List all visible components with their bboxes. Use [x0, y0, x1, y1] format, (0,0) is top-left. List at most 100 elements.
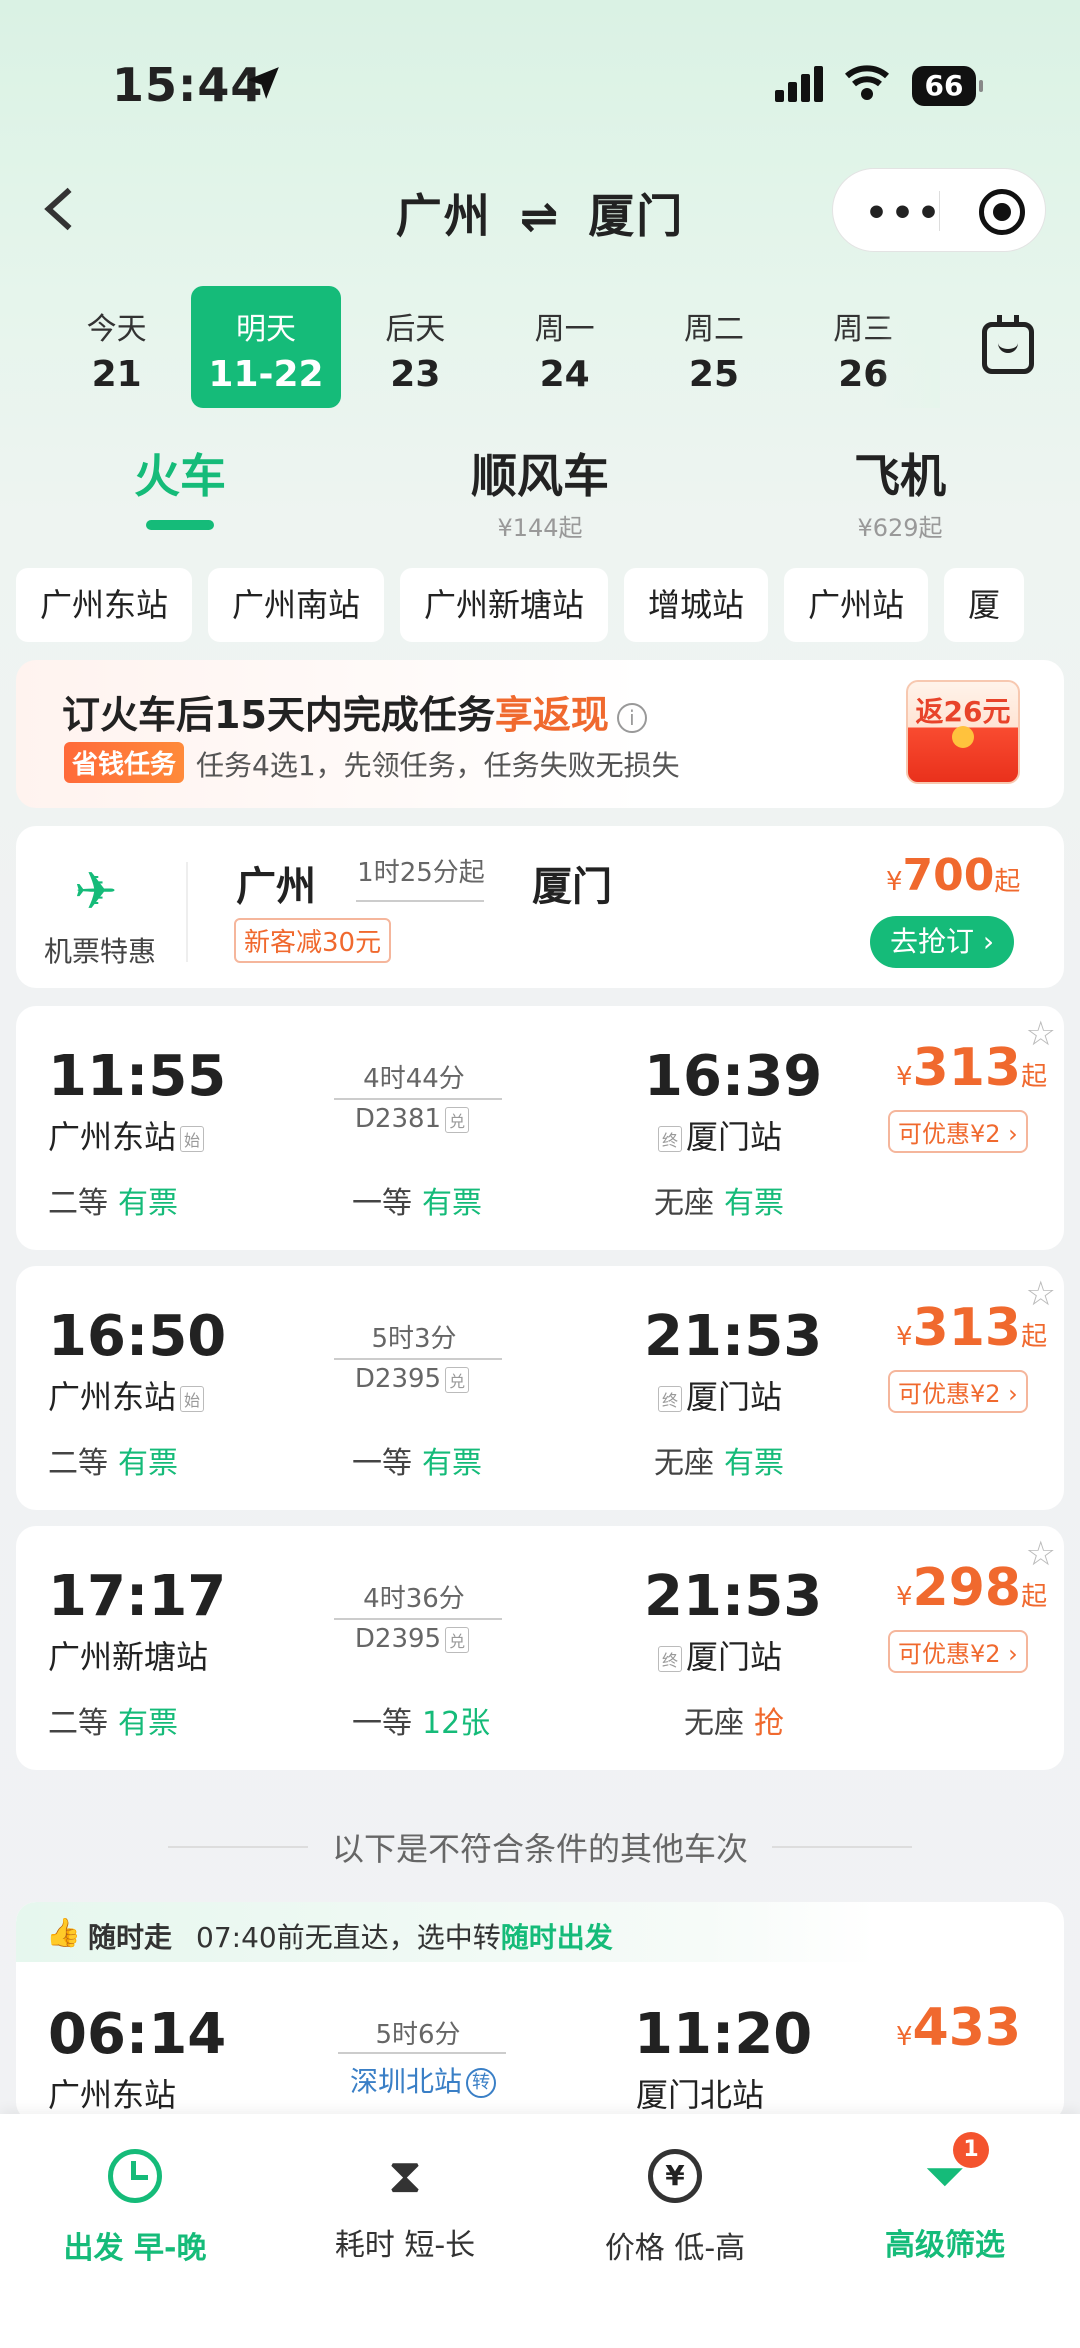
- transfer-label: 随时走: [88, 1921, 173, 1954]
- status-bar: 15:44 66: [0, 0, 1080, 170]
- wifi-icon: [845, 65, 889, 100]
- arrival-station: 终厦门站: [654, 1372, 782, 1418]
- ticket-mark: 兑: [445, 1106, 470, 1133]
- clock-icon: [108, 2149, 162, 2203]
- hourglass-icon: ⧗: [388, 2148, 422, 2204]
- capsule-divider: [939, 191, 940, 231]
- flight-price: ¥700起: [886, 850, 1021, 901]
- filter-funnel-icon: ⏷ 1: [915, 2132, 989, 2206]
- mini-program-capsule: •••: [832, 168, 1046, 252]
- book-flight-button[interactable]: 去抢订 ›: [870, 916, 1014, 968]
- station-chip[interactable]: 厦: [944, 568, 1025, 642]
- station-chip[interactable]: 广州东站: [16, 568, 193, 642]
- tab-carpool[interactable]: 顺风车 ¥144起: [440, 440, 640, 543]
- status-time: 15:44: [112, 58, 264, 112]
- arrival-station: 终厦门站: [654, 1112, 782, 1158]
- tab-flight[interactable]: 飞机 ¥629起: [800, 440, 1000, 543]
- promo-text: 任务4选1，先领任务，任务失败无损失: [196, 749, 680, 782]
- date-selector: 今天 21 明天 11-22 后天 23 周一 24 周二 25 周三 26: [42, 286, 938, 408]
- departure-time: 16:50: [48, 1304, 227, 1369]
- departure-time: 11:55: [48, 1044, 227, 1109]
- train-row[interactable]: ☆ 11:55 广州东站始 4时44分 D2381 兑 16:39 终厦门站 ¥3…: [16, 1006, 1064, 1250]
- transfer-train-row[interactable]: 👍 随时走 07:40前无直达，选中转随时出发 06:14 广州东站 5时6分 …: [16, 1902, 1064, 2122]
- seat-second-class: 二等 有票: [48, 1446, 178, 1481]
- coupon-badge[interactable]: 可优惠¥2 ›: [888, 1110, 1028, 1153]
- departure-station: 广州新塘站: [48, 1638, 209, 1676]
- transfer-station: 深圳北站转: [338, 2060, 508, 2100]
- station-filter: 广州东站 广州南站 广州新塘站 增城站 广州站厦: [16, 568, 1080, 644]
- seat-second-class: 二等 有票: [48, 1706, 178, 1741]
- station-chip[interactable]: 广州新塘站: [400, 568, 609, 642]
- origin-tag: 始: [180, 1126, 205, 1152]
- divider: [186, 862, 188, 962]
- route-arrow: [338, 2052, 506, 2054]
- seat-standing: 无座 有票: [654, 1186, 784, 1221]
- train-row[interactable]: ☆ 17:17 广州新塘站 4时36分 D2395 兑 21:53 终厦门站 ¥2…: [16, 1526, 1064, 1770]
- close-target-icon[interactable]: [979, 189, 1025, 235]
- train-price: ¥313起: [896, 1298, 1048, 1358]
- ticket-mark: 兑: [445, 1626, 470, 1653]
- seat-standing: 无座 有票: [654, 1446, 784, 1481]
- departure-station: 广州东站始: [48, 1112, 208, 1158]
- date-monday[interactable]: 周一 24: [490, 286, 639, 408]
- route-arrow: [334, 1358, 502, 1360]
- flight-to: 厦门: [532, 864, 612, 910]
- terminal-tag: 终: [658, 1386, 683, 1412]
- transfer-icon: 转: [466, 2068, 496, 2098]
- sort-price-button[interactable]: ¥ 价格 低-高: [540, 2146, 810, 2267]
- arrival-station: 厦门北站: [636, 2076, 765, 2114]
- info-icon[interactable]: i: [616, 702, 647, 733]
- station-chip[interactable]: 增城站: [624, 568, 769, 642]
- route-from: 广州: [395, 189, 492, 243]
- more-options-icon[interactable]: •••: [865, 193, 943, 234]
- coupon-badge[interactable]: 可优惠¥2 ›: [888, 1630, 1028, 1673]
- calendar-icon[interactable]: [982, 315, 1034, 374]
- train-price: ¥298起: [896, 1558, 1048, 1618]
- advanced-filter-button[interactable]: ⏷ 1 高级筛选: [810, 2132, 1080, 2264]
- seat-first-class: 一等 12张: [352, 1706, 491, 1741]
- ticket-mark: 兑: [445, 1366, 470, 1393]
- date-tuesday[interactable]: 周二 25: [639, 286, 788, 408]
- sort-filter-bar: 出发 早-晚 ⧗ 耗时 短-长 ¥ 价格 低-高 ⏷ 1 高级筛选: [0, 2114, 1080, 2348]
- sort-duration-button[interactable]: ⧗ 耗时 短-长: [270, 2146, 540, 2264]
- train-row[interactable]: ☆ 16:50 广州东站始 5时3分 D2395 兑 21:53 终厦门站 ¥31…: [16, 1266, 1064, 1510]
- cashback-banner[interactable]: 订火车后15天内完成任务享返现 i 省钱任务 任务4选1，先领任务，任务失败无损失…: [16, 660, 1064, 808]
- sort-departure-button[interactable]: 出发 早-晚: [0, 2146, 270, 2267]
- route-arrow: [334, 1098, 502, 1100]
- arrival-time: 21:53: [644, 1304, 823, 1369]
- promo-title: 订火车后15天内完成任务享返现 i: [62, 684, 647, 739]
- origin-tag: 始: [180, 1386, 205, 1412]
- transfer-banner: 👍 随时走 07:40前无直达，选中转随时出发: [16, 1902, 876, 1962]
- terminal-tag: 终: [658, 1646, 683, 1672]
- other-trains-heading: 以下是不符合条件的其他车次: [0, 1824, 1080, 1870]
- station-chip[interactable]: 广州站: [784, 568, 929, 642]
- tab-train[interactable]: 火车: [120, 440, 240, 530]
- location-arrow-icon: [247, 67, 279, 99]
- flight-from: 广州: [236, 864, 316, 910]
- cellular-signal-icon: [775, 66, 827, 102]
- duration: 5时6分: [375, 2020, 461, 2050]
- flight-deal-card[interactable]: ✈ 机票特惠 广州 1时25分起 厦门 新客减30元 ¥700起 去抢订 ›: [16, 826, 1064, 988]
- transfer-message: 07:40前无直达，选中转随时出发: [196, 1921, 613, 1954]
- departure-time: 06:14: [48, 2002, 227, 2067]
- train-price: ¥433: [896, 1998, 1022, 2058]
- duration: 4时36分: [363, 1584, 465, 1614]
- date-tomorrow[interactable]: 明天 11-22: [191, 286, 341, 408]
- seat-standing: 无座抢: [684, 1706, 784, 1741]
- tab-underline: [146, 520, 214, 530]
- station-chip[interactable]: 广州南站: [208, 568, 385, 642]
- battery-indicator: 66: [912, 66, 983, 106]
- arrival-station: 终厦门站: [654, 1632, 782, 1678]
- swap-icon[interactable]: ⇌: [520, 189, 561, 243]
- terminal-tag: 终: [658, 1126, 683, 1152]
- airplane-icon: ✈: [74, 862, 118, 922]
- coupon-badge[interactable]: 可优惠¥2 ›: [888, 1370, 1028, 1413]
- train-number: D2395 兑: [334, 1624, 494, 1654]
- route-arrow: [356, 900, 484, 902]
- coin-icon: [952, 726, 974, 748]
- route-to: 厦门: [588, 189, 685, 243]
- date-today[interactable]: 今天 21: [42, 286, 191, 408]
- date-day-after[interactable]: 后天 23: [341, 286, 490, 408]
- duration: 5时3分: [371, 1324, 457, 1354]
- red-envelope-icon[interactable]: 返26元: [906, 680, 1020, 784]
